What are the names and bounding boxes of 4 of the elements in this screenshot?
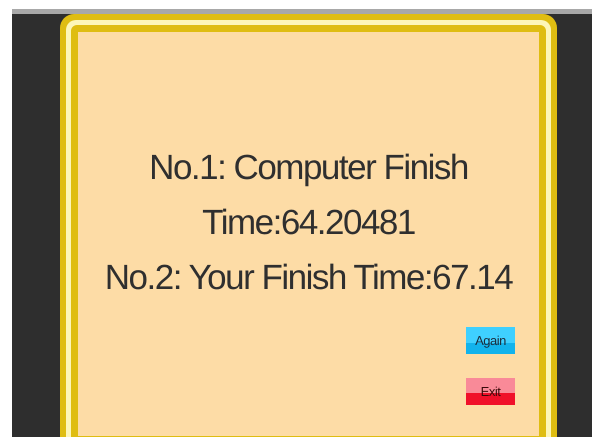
result-text: Time:64.20481 — [202, 202, 415, 244]
result-text: No.2: Your Finish Time:67.14 — [104, 257, 512, 299]
result-text: No.1: Computer Finish — [149, 147, 468, 189]
again-button[interactable]: Again — [466, 327, 515, 354]
